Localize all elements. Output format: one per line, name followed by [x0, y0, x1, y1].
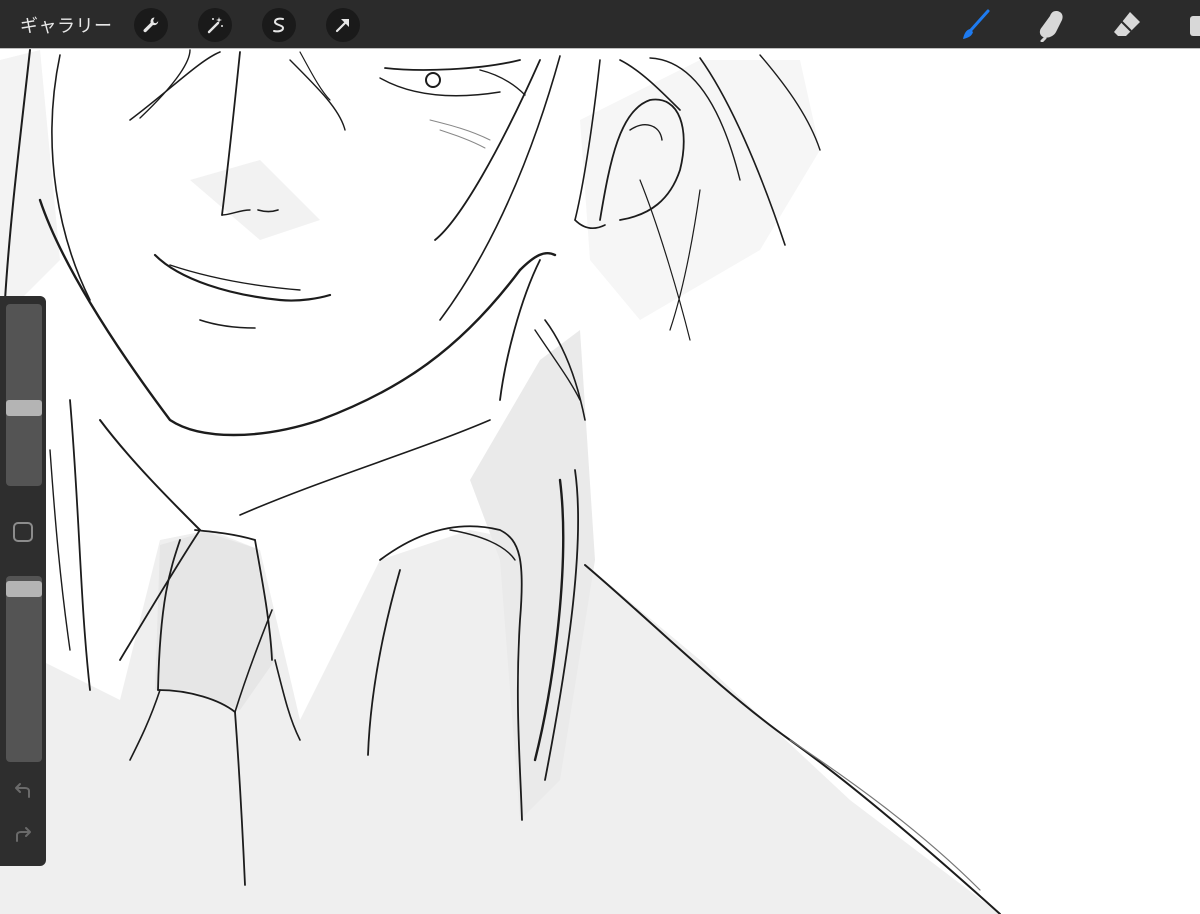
modify-button[interactable] — [13, 522, 33, 542]
brush-size-slider[interactable] — [6, 304, 42, 486]
opacity-slider-thumb[interactable] — [6, 581, 42, 597]
brush-size-slider-thumb[interactable] — [6, 400, 42, 416]
smudge-tool-button[interactable] — [1032, 6, 1070, 44]
redo-arrow-icon — [16, 827, 31, 842]
layers-button[interactable] — [1184, 6, 1200, 44]
eraser-tool-button[interactable] — [1108, 6, 1146, 44]
gallery-button[interactable]: ギャラリー — [20, 12, 113, 38]
adjustments-button[interactable] — [198, 8, 232, 42]
selection-button[interactable] — [262, 8, 296, 42]
eraser-icon — [1114, 12, 1140, 36]
sketch-artwork — [0, 49, 1001, 914]
actions-button[interactable] — [134, 8, 168, 42]
arrow-cursor-icon — [335, 19, 349, 33]
undo-button[interactable] — [11, 780, 35, 804]
opacity-slider[interactable] — [6, 576, 42, 762]
selection-s-icon — [273, 17, 285, 33]
brush-icon — [963, 9, 990, 39]
brush-tool-button[interactable] — [956, 6, 994, 44]
magic-wand-icon — [207, 17, 223, 34]
layers-icon — [1190, 16, 1200, 36]
redo-button[interactable] — [11, 824, 35, 848]
left-sidebar — [0, 296, 46, 866]
undo-arrow-icon — [15, 783, 30, 798]
smudge-finger-icon — [1039, 11, 1063, 42]
top-toolbar: ギャラリー — [0, 0, 1200, 48]
transform-button[interactable] — [326, 8, 360, 42]
drawing-canvas[interactable] — [0, 0, 1200, 914]
wrench-icon — [143, 17, 159, 33]
